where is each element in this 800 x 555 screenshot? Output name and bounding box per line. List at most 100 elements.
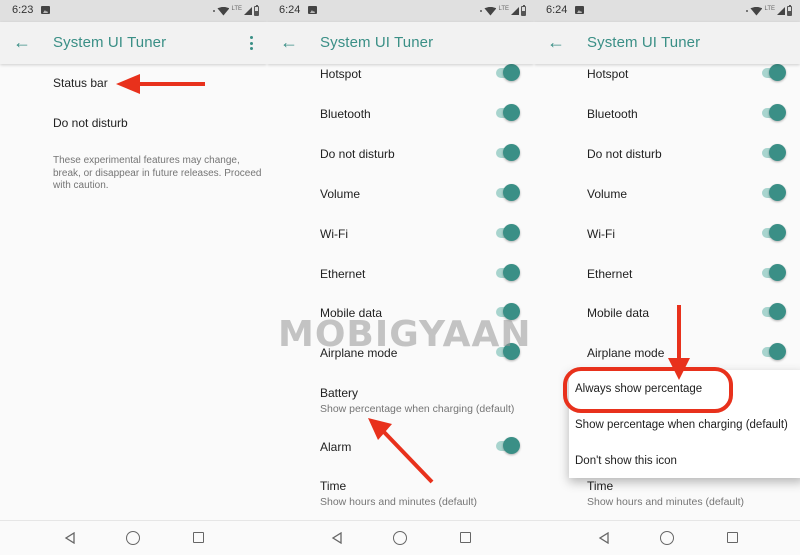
item-label: Mobile data bbox=[587, 306, 650, 320]
list-item-time[interactable]: Time Show hours and minutes (default) bbox=[320, 479, 534, 508]
toggle-wi-fi[interactable] bbox=[760, 223, 786, 243]
toggle-hotspot[interactable] bbox=[494, 64, 520, 83]
switch-thumb bbox=[503, 303, 520, 320]
item-label: Bluetooth bbox=[320, 107, 371, 121]
item-label: Alarm bbox=[320, 440, 352, 454]
item-label: Time bbox=[587, 479, 614, 493]
page-title: System UI Tuner bbox=[587, 34, 701, 51]
status-time: 6:24 bbox=[279, 4, 301, 16]
image-icon bbox=[575, 6, 584, 14]
switch-thumb bbox=[769, 224, 786, 241]
item-label: Wi-Fi bbox=[587, 227, 615, 241]
list-item-time[interactable]: Time Show hours and minutes (default) bbox=[587, 479, 800, 508]
page-title: System UI Tuner bbox=[53, 34, 167, 51]
back-icon[interactable] bbox=[598, 532, 610, 544]
list-item-do-not-disturb[interactable]: Do not disturb bbox=[53, 116, 267, 130]
lte-label: LTE bbox=[231, 6, 242, 12]
toggle-airplane-mode[interactable] bbox=[494, 342, 520, 362]
toggle-alarm[interactable] bbox=[494, 436, 520, 456]
back-icon[interactable] bbox=[331, 532, 343, 544]
image-icon bbox=[41, 6, 50, 14]
lte-label: LTE bbox=[764, 6, 775, 12]
dot-icon bbox=[746, 10, 749, 12]
wifi-icon bbox=[217, 6, 230, 16]
toggle-bluetooth[interactable] bbox=[760, 103, 786, 123]
page-title: System UI Tuner bbox=[320, 34, 434, 51]
screen-tuner-home: 6:23 LTE ← System UI Tuner Status bar Do… bbox=[0, 0, 267, 555]
signal-icon bbox=[777, 7, 785, 15]
toggle-airplane-mode[interactable] bbox=[760, 342, 786, 362]
battery-icon bbox=[787, 5, 792, 16]
item-label: Status bar bbox=[53, 76, 108, 90]
switch-thumb bbox=[503, 64, 520, 81]
item-summary: Show hours and minutes (default) bbox=[320, 496, 478, 508]
toggle-mobile-data[interactable] bbox=[760, 302, 786, 322]
back-icon[interactable] bbox=[64, 532, 76, 544]
switch-thumb bbox=[769, 343, 786, 360]
switch-thumb bbox=[769, 264, 786, 281]
toggle-mobile-data[interactable] bbox=[494, 302, 520, 322]
nav-bar bbox=[0, 520, 267, 555]
wifi-icon bbox=[750, 6, 763, 16]
battery-options-menu: Always show percentage Show percentage w… bbox=[569, 370, 800, 478]
switch-thumb bbox=[769, 104, 786, 121]
item-label: Do not disturb bbox=[53, 116, 128, 130]
screen-status-bar: 6:24 LTE ← System UI Tuner Hotspot Blueto… bbox=[267, 0, 534, 555]
toggle-do-not-disturb[interactable] bbox=[760, 143, 786, 163]
toggle-ethernet[interactable] bbox=[494, 263, 520, 283]
toggle-do-not-disturb[interactable] bbox=[494, 143, 520, 163]
app-bar: ← System UI Tuner bbox=[0, 22, 267, 64]
switch-thumb bbox=[769, 144, 786, 161]
item-label: Hotspot bbox=[587, 67, 629, 81]
item-label: Airplane mode bbox=[320, 346, 398, 360]
item-label: Wi-Fi bbox=[320, 227, 348, 241]
recents-icon[interactable] bbox=[460, 532, 471, 543]
list-item-status-bar[interactable]: Status bar bbox=[53, 76, 267, 90]
item-summary: Show hours and minutes (default) bbox=[587, 496, 745, 508]
switch-thumb bbox=[503, 104, 520, 121]
back-arrow-icon[interactable]: ← bbox=[12, 32, 32, 52]
status-time: 6:23 bbox=[12, 4, 34, 16]
nav-bar bbox=[267, 520, 534, 555]
status-time: 6:24 bbox=[546, 4, 568, 16]
nav-bar bbox=[534, 520, 800, 555]
app-bar: ← System UI Tuner bbox=[267, 22, 534, 64]
item-label: Ethernet bbox=[320, 267, 366, 281]
back-arrow-icon[interactable]: ← bbox=[279, 32, 299, 52]
signal-icon bbox=[244, 7, 252, 15]
item-label: Do not disturb bbox=[320, 147, 395, 161]
warning-note: These experimental features may change, … bbox=[53, 155, 262, 191]
lte-label: LTE bbox=[498, 6, 509, 12]
home-icon[interactable] bbox=[126, 531, 140, 545]
recents-icon[interactable] bbox=[193, 532, 204, 543]
back-arrow-icon[interactable]: ← bbox=[546, 32, 566, 52]
toggle-hotspot[interactable] bbox=[760, 64, 786, 83]
item-label: Battery bbox=[320, 386, 359, 400]
toggle-volume[interactable] bbox=[760, 183, 786, 203]
item-label: Bluetooth bbox=[587, 107, 638, 121]
item-label: Ethernet bbox=[587, 267, 633, 281]
item-label: Volume bbox=[320, 187, 361, 201]
item-label: Mobile data bbox=[320, 306, 383, 320]
item-label: Volume bbox=[587, 187, 628, 201]
dot-icon bbox=[480, 10, 483, 12]
switch-thumb bbox=[769, 303, 786, 320]
status-bar: 6:24 LTE bbox=[267, 0, 534, 22]
screen-battery-menu: 6:24 LTE ← System UI Tuner Hotspot Blueto… bbox=[534, 0, 800, 555]
toggle-ethernet[interactable] bbox=[760, 263, 786, 283]
home-icon[interactable] bbox=[660, 531, 674, 545]
toggle-bluetooth[interactable] bbox=[494, 103, 520, 123]
menu-option-dont-show[interactable]: Don't show this icon bbox=[575, 455, 677, 467]
home-icon[interactable] bbox=[393, 531, 407, 545]
menu-option-always-show[interactable]: Always show percentage bbox=[575, 383, 702, 395]
overflow-menu-icon[interactable] bbox=[245, 34, 257, 52]
battery-icon bbox=[521, 5, 526, 16]
toggle-volume[interactable] bbox=[494, 183, 520, 203]
toggle-wi-fi[interactable] bbox=[494, 223, 520, 243]
switch-thumb bbox=[503, 184, 520, 201]
switch-thumb bbox=[503, 343, 520, 360]
recents-icon[interactable] bbox=[727, 532, 738, 543]
menu-option-when-charging[interactable]: Show percentage when charging (default) bbox=[575, 419, 788, 431]
switch-thumb bbox=[503, 264, 520, 281]
list-item-battery[interactable]: Battery Show percentage when charging (de… bbox=[320, 386, 534, 415]
